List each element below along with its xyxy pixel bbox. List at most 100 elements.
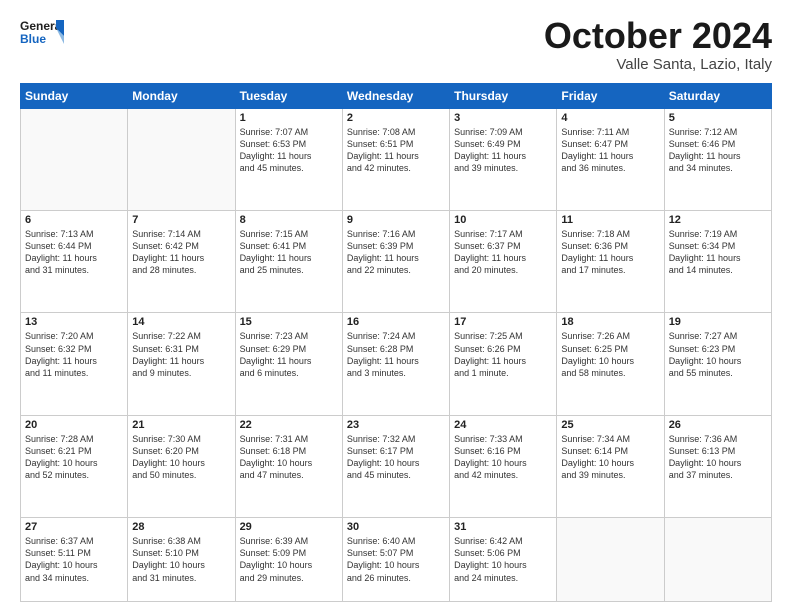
calendar-day-24: 24 Sunrise: 7:33 AMSunset: 6:16 PMDayligh… [450, 415, 557, 517]
day-info: Sunrise: 7:31 AMSunset: 6:18 PMDaylight:… [240, 433, 338, 482]
day-number: 5 [669, 112, 767, 124]
day-number: 16 [347, 316, 445, 328]
day-number: 2 [347, 112, 445, 124]
header: General Blue October 2024 Valle Santa, L… [20, 16, 772, 73]
day-header-thursday: Thursday [450, 83, 557, 108]
day-info: Sunrise: 7:12 AMSunset: 6:46 PMDaylight:… [669, 126, 767, 175]
day-info: Sunrise: 7:14 AMSunset: 6:42 PMDaylight:… [132, 228, 230, 277]
calendar-day-18: 18Sunrise: 7:26 AMSunset: 6:25 PMDayligh… [557, 313, 664, 415]
day-header-monday: Monday [128, 83, 235, 108]
calendar-empty-cell [21, 108, 128, 210]
calendar-empty-cell [664, 518, 771, 602]
day-number: 9 [347, 214, 445, 226]
day-info: Sunrise: 6:39 AMSunset: 5:09 PMDaylight:… [240, 535, 338, 584]
day-number: 4 [561, 112, 659, 124]
calendar-day-30: 30Sunrise: 6:40 AMSunset: 5:07 PMDayligh… [342, 518, 449, 602]
day-info: Sunrise: 7:09 AMSunset: 6:49 PMDaylight:… [454, 126, 552, 175]
day-header-wednesday: Wednesday [342, 83, 449, 108]
day-number: 31 [454, 521, 552, 533]
day-info: Sunrise: 7:24 AMSunset: 6:28 PMDaylight:… [347, 330, 445, 379]
calendar-day-4: 4Sunrise: 7:11 AMSunset: 6:47 PMDaylight… [557, 108, 664, 210]
calendar-page: General Blue October 2024 Valle Santa, L… [0, 0, 792, 612]
day-info: Sunrise: 7:15 AMSunset: 6:41 PMDaylight:… [240, 228, 338, 277]
day-info: Sunrise: 7:13 AMSunset: 6:44 PMDaylight:… [25, 228, 123, 277]
day-number: 7 [132, 214, 230, 226]
day-info: Sunrise: 7:30 AMSunset: 6:20 PMDaylight:… [132, 433, 230, 482]
day-info: Sunrise: 7:07 AMSunset: 6:53 PMDaylight:… [240, 126, 338, 175]
calendar-day-29: 29 Sunrise: 6:39 AMSunset: 5:09 PMDayligh… [235, 518, 342, 602]
calendar-day-25: 25 Sunrise: 7:34 AMSunset: 6:14 PMDayligh… [557, 415, 664, 517]
calendar-day-8: 8 Sunrise: 7:15 AMSunset: 6:41 PMDaylight… [235, 210, 342, 312]
day-number: 6 [25, 214, 123, 226]
calendar-empty-cell [128, 108, 235, 210]
day-number: 29 [240, 521, 338, 533]
day-info: Sunrise: 7:34 AMSunset: 6:14 PMDaylight:… [561, 433, 659, 482]
day-info: Sunrise: 7:26 AMSunset: 6:25 PMDaylight:… [561, 330, 659, 379]
day-number: 10 [454, 214, 552, 226]
calendar-day-1: 1 Sunrise: 7:07 AMSunset: 6:53 PMDaylight… [235, 108, 342, 210]
day-number: 24 [454, 419, 552, 431]
calendar-day-23: 23Sunrise: 7:32 AMSunset: 6:17 PMDayligh… [342, 415, 449, 517]
calendar-week-4: 20 Sunrise: 7:28 AMSunset: 6:21 PMDayligh… [21, 415, 772, 517]
day-number: 15 [240, 316, 338, 328]
calendar-day-5: 5 Sunrise: 7:12 AMSunset: 6:46 PMDaylight… [664, 108, 771, 210]
calendar-day-19: 19 Sunrise: 7:27 AMSunset: 6:23 PMDayligh… [664, 313, 771, 415]
day-info: Sunrise: 7:27 AMSunset: 6:23 PMDaylight:… [669, 330, 767, 379]
day-number: 1 [240, 112, 338, 124]
day-info: Sunrise: 7:16 AMSunset: 6:39 PMDaylight:… [347, 228, 445, 277]
day-header-tuesday: Tuesday [235, 83, 342, 108]
title-block: October 2024 Valle Santa, Lazio, Italy [544, 16, 772, 73]
day-number: 17 [454, 316, 552, 328]
day-info: Sunrise: 7:32 AMSunset: 6:17 PMDaylight:… [347, 433, 445, 482]
day-info: Sunrise: 7:17 AMSunset: 6:37 PMDaylight:… [454, 228, 552, 277]
day-info: Sunrise: 6:37 AMSunset: 5:11 PMDaylight:… [25, 535, 123, 584]
day-info: Sunrise: 7:18 AMSunset: 6:36 PMDaylight:… [561, 228, 659, 277]
day-number: 28 [132, 521, 230, 533]
day-info: Sunrise: 7:08 AMSunset: 6:51 PMDaylight:… [347, 126, 445, 175]
day-header-friday: Friday [557, 83, 664, 108]
day-number: 20 [25, 419, 123, 431]
day-header-saturday: Saturday [664, 83, 771, 108]
calendar-day-9: 9 Sunrise: 7:16 AMSunset: 6:39 PMDaylight… [342, 210, 449, 312]
calendar-table: SundayMondayTuesdayWednesdayThursdayFrid… [20, 83, 772, 602]
calendar-week-1: 1 Sunrise: 7:07 AMSunset: 6:53 PMDaylight… [21, 108, 772, 210]
calendar-day-20: 20 Sunrise: 7:28 AMSunset: 6:21 PMDayligh… [21, 415, 128, 517]
day-info: Sunrise: 7:22 AMSunset: 6:31 PMDaylight:… [132, 330, 230, 379]
calendar-week-2: 6 Sunrise: 7:13 AMSunset: 6:44 PMDaylight… [21, 210, 772, 312]
day-number: 30 [347, 521, 445, 533]
day-number: 19 [669, 316, 767, 328]
calendar-day-11: 11 Sunrise: 7:18 AMSunset: 6:36 PMDayligh… [557, 210, 664, 312]
day-number: 11 [561, 214, 659, 226]
day-number: 25 [561, 419, 659, 431]
location: Valle Santa, Lazio, Italy [544, 56, 772, 73]
day-number: 26 [669, 419, 767, 431]
day-header-sunday: Sunday [21, 83, 128, 108]
logo: General Blue [20, 16, 64, 52]
calendar-day-15: 15 Sunrise: 7:23 AMSunset: 6:29 PMDayligh… [235, 313, 342, 415]
day-info: Sunrise: 7:25 AMSunset: 6:26 PMDaylight:… [454, 330, 552, 379]
calendar-day-13: 13Sunrise: 7:20 AMSunset: 6:32 PMDayligh… [21, 313, 128, 415]
calendar-day-10: 10 Sunrise: 7:17 AMSunset: 6:37 PMDayligh… [450, 210, 557, 312]
calendar-day-22: 22 Sunrise: 7:31 AMSunset: 6:18 PMDayligh… [235, 415, 342, 517]
calendar-day-12: 12Sunrise: 7:19 AMSunset: 6:34 PMDayligh… [664, 210, 771, 312]
day-info: Sunrise: 7:19 AMSunset: 6:34 PMDaylight:… [669, 228, 767, 277]
day-info: Sunrise: 7:23 AMSunset: 6:29 PMDaylight:… [240, 330, 338, 379]
day-number: 22 [240, 419, 338, 431]
day-info: Sunrise: 7:20 AMSunset: 6:32 PMDaylight:… [25, 330, 123, 379]
logo-icon: General Blue [20, 16, 64, 52]
calendar-day-2: 2 Sunrise: 7:08 AMSunset: 6:51 PMDaylight… [342, 108, 449, 210]
calendar-day-3: 3Sunrise: 7:09 AMSunset: 6:49 PMDaylight… [450, 108, 557, 210]
day-info: Sunrise: 7:33 AMSunset: 6:16 PMDaylight:… [454, 433, 552, 482]
calendar-day-17: 17 Sunrise: 7:25 AMSunset: 6:26 PMDayligh… [450, 313, 557, 415]
calendar-empty-cell [557, 518, 664, 602]
day-number: 14 [132, 316, 230, 328]
calendar-day-28: 28 Sunrise: 6:38 AMSunset: 5:10 PMDayligh… [128, 518, 235, 602]
calendar-day-7: 7 Sunrise: 7:14 AMSunset: 6:42 PMDaylight… [128, 210, 235, 312]
day-info: Sunrise: 7:28 AMSunset: 6:21 PMDaylight:… [25, 433, 123, 482]
calendar-day-27: 27Sunrise: 6:37 AMSunset: 5:11 PMDayligh… [21, 518, 128, 602]
calendar-day-14: 14 Sunrise: 7:22 AMSunset: 6:31 PMDayligh… [128, 313, 235, 415]
day-number: 8 [240, 214, 338, 226]
calendar-day-26: 26Sunrise: 7:36 AMSunset: 6:13 PMDayligh… [664, 415, 771, 517]
day-number: 21 [132, 419, 230, 431]
day-info: Sunrise: 6:38 AMSunset: 5:10 PMDaylight:… [132, 535, 230, 584]
